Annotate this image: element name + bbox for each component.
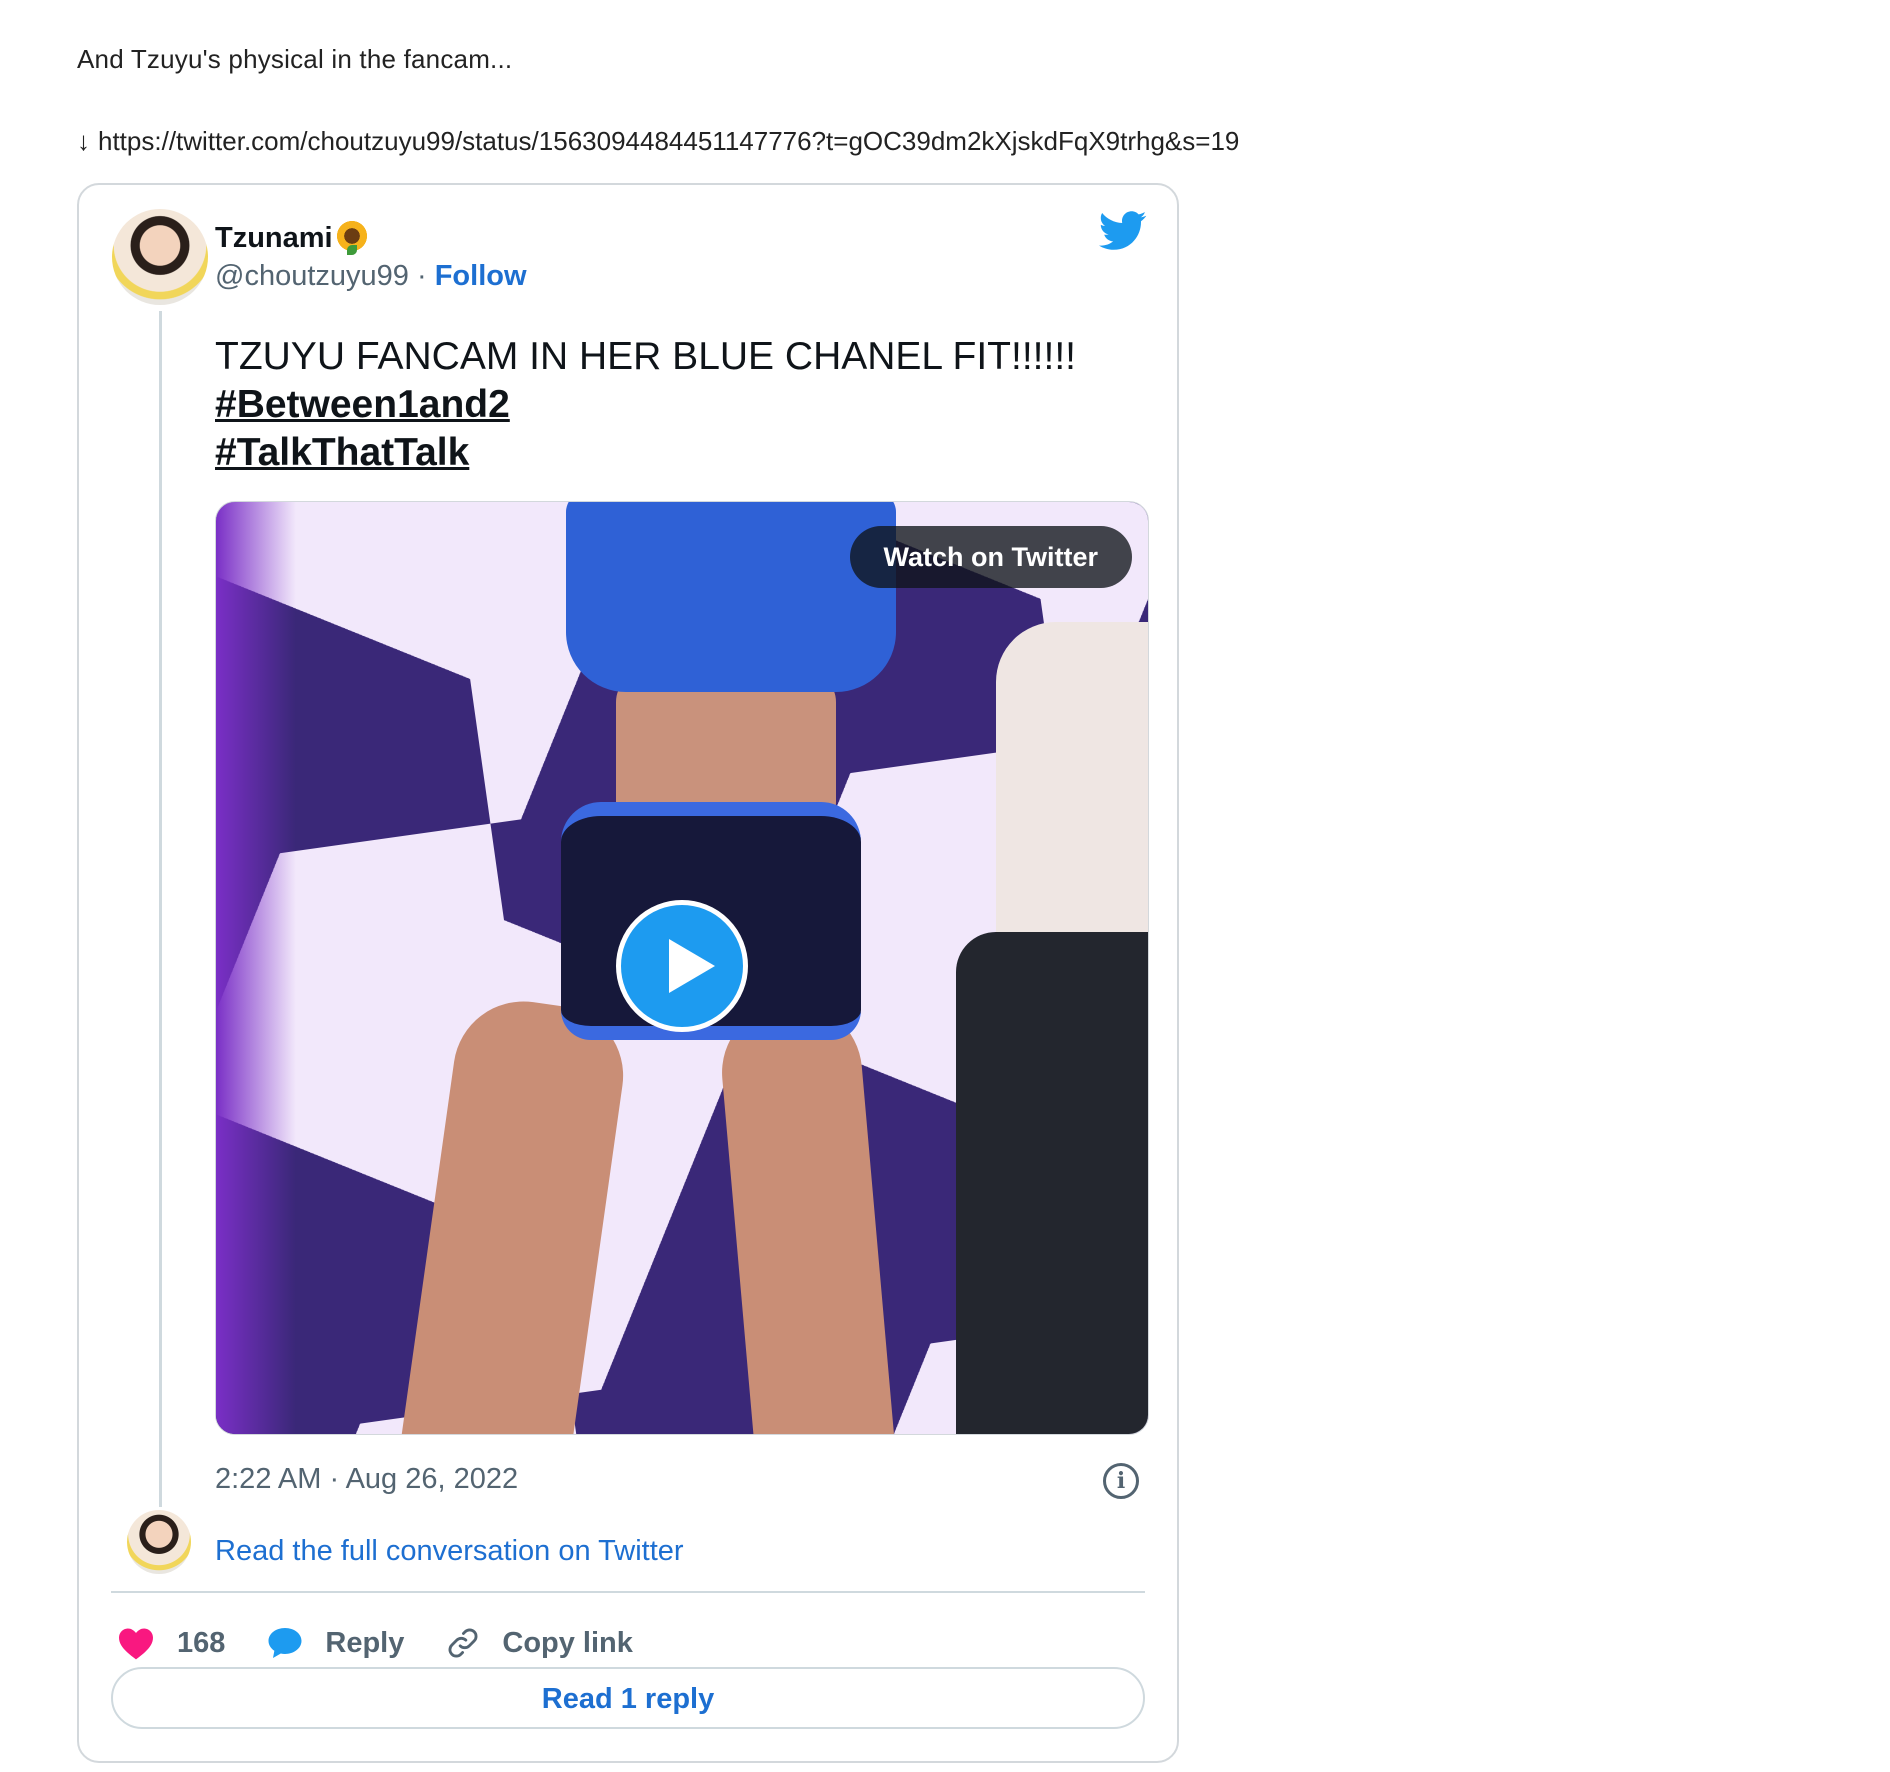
like-count: 168	[177, 1626, 226, 1659]
link-icon	[448, 1628, 478, 1658]
tweet-embed-card: Tzunami @choutzuyu99 · Follow TZUYU FANC…	[77, 183, 1179, 1763]
info-icon[interactable]: i	[1103, 1463, 1139, 1499]
read-conversation-link[interactable]: Read the full conversation on Twitter	[215, 1535, 684, 1568]
stage-light	[216, 502, 296, 1434]
read-reply-button[interactable]: Read 1 reply	[111, 1667, 1145, 1729]
watch-on-twitter-button[interactable]: Watch on Twitter	[849, 526, 1132, 588]
follow-button[interactable]: Follow	[435, 260, 527, 292]
author-handle[interactable]: @choutzuyu99	[215, 260, 409, 292]
like-action[interactable]: 168	[117, 1626, 225, 1660]
tweet-url-link[interactable]: https://twitter.com/choutzuyu99/status/1…	[98, 126, 1239, 156]
separator-dot: ·	[416, 260, 427, 292]
video-thumbnail[interactable]: Watch on Twitter	[215, 501, 1149, 1435]
twitter-logo-icon[interactable]	[1099, 211, 1147, 251]
tweet-body: TZUYU FANCAM IN HER BLUE CHANEL FIT!!!!!…	[215, 335, 1076, 378]
divider	[111, 1591, 1145, 1593]
conversation-avatar[interactable]	[127, 1510, 191, 1574]
copy-link-action[interactable]: Copy link	[446, 1626, 633, 1660]
tweet-actions: 168 Reply Copy link	[117, 1615, 675, 1671]
dancer-blue-top	[566, 502, 896, 692]
sunflower-icon	[334, 219, 369, 255]
tweet-timestamp[interactable]: 2:22 AM · Aug 26, 2022	[215, 1463, 518, 1496]
arrow-down-icon: ↓	[77, 126, 90, 156]
hashtag-between1and2[interactable]: #Between1and2	[215, 381, 1076, 429]
author-name[interactable]: Tzunami	[215, 222, 333, 254]
post-link-row: ↓ https://twitter.com/choutzuyu99/status/…	[77, 126, 1239, 157]
hashtag-talkthattalk[interactable]: #TalkThatTalk	[215, 429, 1076, 477]
author-handle-row: @choutzuyu99 · Follow	[215, 260, 527, 293]
thread-line	[159, 311, 162, 1507]
reply-action[interactable]: Reply	[267, 1626, 404, 1660]
copy-link-label: Copy link	[502, 1626, 633, 1659]
reply-bubble-icon	[268, 1628, 302, 1658]
reply-label: Reply	[325, 1626, 405, 1659]
post-text: And Tzuyu's physical in the fancam...	[77, 44, 513, 74]
play-icon[interactable]	[616, 900, 748, 1032]
tweet-text: TZUYU FANCAM IN HER BLUE CHANEL FIT!!!!!…	[215, 333, 1076, 477]
heart-icon	[119, 1628, 153, 1660]
author-avatar[interactable]	[112, 209, 208, 305]
dancer-background-legs	[956, 932, 1148, 1434]
author-name-row[interactable]: Tzunami	[215, 219, 369, 255]
